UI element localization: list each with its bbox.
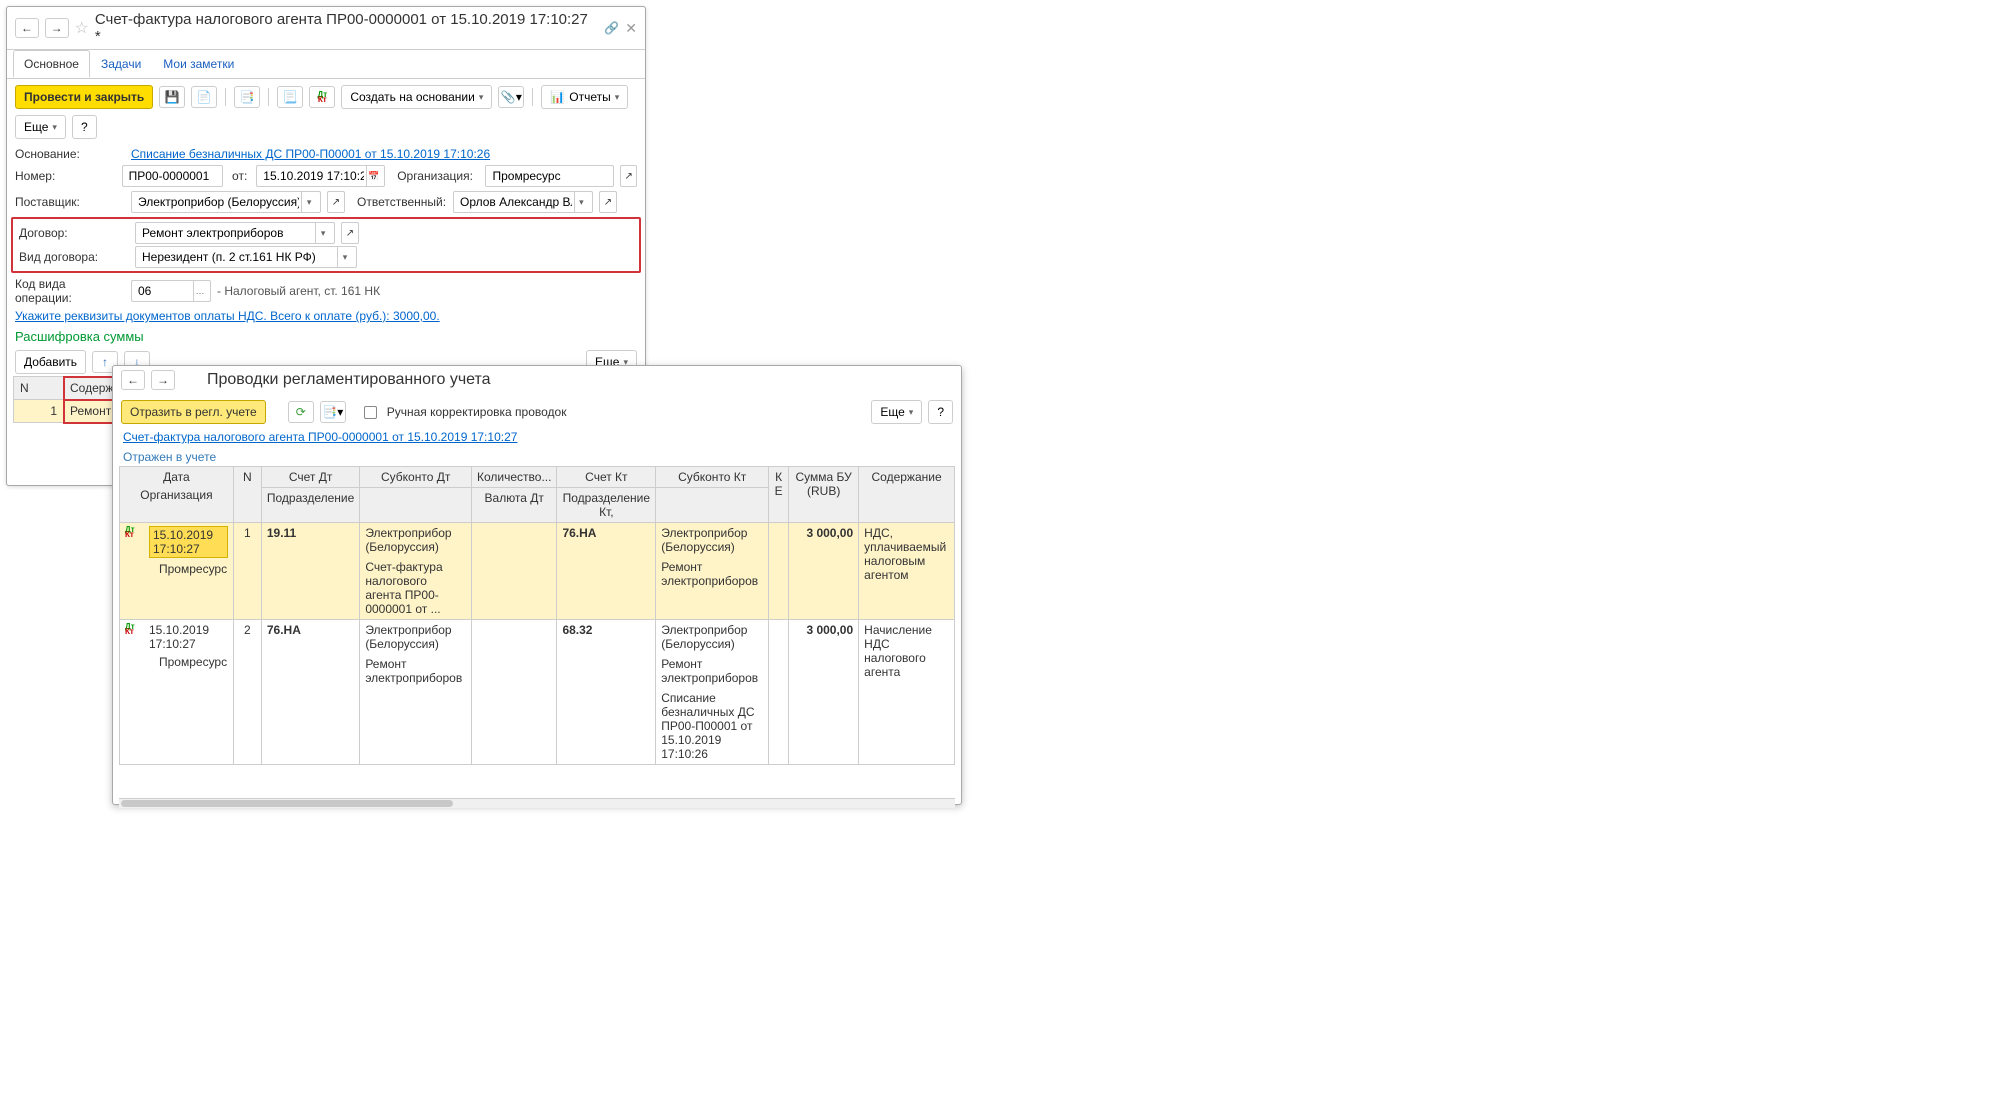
basis-label: Основание: (15, 147, 125, 161)
org-label: Организация: (397, 169, 479, 183)
back-button[interactable]: ← (121, 370, 145, 390)
col-curdt[interactable]: Валюта Дт (472, 488, 557, 523)
op-code-input[interactable]: … (131, 280, 211, 302)
chevron-down-icon[interactable]: ▾ (301, 192, 316, 212)
entry-row[interactable]: ДтКт15.10.2019 17:10:27Промресурс276.НАЭ… (120, 620, 955, 765)
col-qty[interactable]: Количество... (472, 467, 557, 488)
main-toolbar: Провести и закрыть 💾 📄 📑 📃 ДтКт Создать … (7, 79, 645, 145)
more-button[interactable]: Еще▾ (15, 115, 66, 139)
supplier-row: Поставщик: ▾ ↗ Ответственный: ▾ ↗ (7, 189, 645, 215)
help-button[interactable]: ? (72, 115, 97, 139)
window-title: Проводки регламентированного учета (207, 371, 491, 389)
op-code-row: Код вида операции: … - Налоговый агент, … (7, 275, 645, 307)
responsible-open-icon[interactable]: ↗ (599, 191, 617, 213)
org-input[interactable] (485, 165, 614, 187)
calendar-icon[interactable]: 📅 (366, 166, 380, 186)
post-icon[interactable]: 📄 (191, 86, 217, 108)
contract-type-label: Вид договора: (19, 250, 129, 264)
manual-label: Ручная корректировка проводок (387, 405, 567, 419)
forward-button[interactable]: → (45, 18, 69, 38)
chevron-down-icon[interactable]: ▾ (574, 192, 588, 212)
more-button[interactable]: Еще▾ (871, 400, 922, 424)
responsible-input[interactable]: ▾ (453, 191, 593, 213)
add-button[interactable]: Добавить (15, 350, 86, 374)
post-and-close-button[interactable]: Провести и закрыть (15, 85, 153, 109)
col-ke[interactable]: КЕ (769, 467, 789, 523)
number-input[interactable] (122, 165, 223, 187)
col-date[interactable]: Дата Организация (120, 467, 234, 523)
supplier-input[interactable]: ▾ (131, 191, 321, 213)
cell-n: 1 (14, 400, 64, 423)
entries-table: Дата Организация N Счет Дт Субконто Дт К… (119, 466, 955, 765)
manual-checkbox[interactable] (364, 405, 381, 419)
basis-link[interactable]: Списание безналичных ДС ПР00-П00001 от 1… (131, 147, 490, 161)
responsible-label: Ответственный: (357, 195, 447, 209)
reflect-button[interactable]: Отразить в регл. учете (121, 400, 266, 424)
col-content[interactable]: Содержание (859, 467, 955, 523)
number-row: Номер: от: 📅 Организация: ↗ (7, 163, 645, 189)
save-icon[interactable]: 💾 (159, 86, 185, 108)
entries-window: ← → Проводки регламентированного учета О… (112, 365, 962, 805)
chevron-down-icon[interactable]: ▾ (337, 247, 352, 267)
contract-type-input[interactable]: ▾ (135, 246, 357, 268)
entries-toolbar: Отразить в регл. учете ⟳ 📑▾ Ручная корре… (113, 394, 961, 430)
doc-icon[interactable]: 📃 (277, 86, 303, 108)
ellipsis-icon[interactable]: … (193, 281, 206, 301)
col-deptkt[interactable]: Подразделение Кт, (557, 488, 656, 523)
number-label: Номер: (15, 169, 116, 183)
op-code-label: Код вида операции: (15, 277, 125, 305)
contract-type-row: Вид договора: ▾ (17, 245, 635, 269)
favorite-icon[interactable]: ☆ (75, 18, 89, 38)
col-acckt[interactable]: Счет Кт (557, 467, 656, 488)
date-label: от: (232, 169, 247, 183)
create-based-button[interactable]: Создать на основании▾ (341, 85, 492, 109)
status-text: Отражен в учете (113, 448, 961, 466)
basis-row: Основание: Списание безналичных ДС ПР00-… (7, 145, 645, 163)
reports-button[interactable]: 📊 Отчеты▾ (541, 85, 628, 109)
contract-open-icon[interactable]: ↗ (341, 222, 359, 244)
titlebar: ← → Проводки регламентированного учета (113, 366, 961, 394)
col-n[interactable]: N (233, 467, 261, 523)
contract-highlight: Договор: ▾ ↗ Вид договора: ▾ (11, 217, 641, 273)
tab-tasks[interactable]: Задачи (90, 50, 152, 78)
copy-icon[interactable]: 📑▾ (320, 401, 346, 423)
help-button[interactable]: ? (928, 400, 953, 424)
refresh-icon[interactable]: ⟳ (288, 401, 314, 423)
horizontal-scrollbar[interactable] (119, 798, 955, 808)
forward-button[interactable]: → (151, 370, 175, 390)
attach-icon[interactable]: 📎▾ (498, 86, 524, 108)
col-subkt[interactable]: Субконто Кт (656, 467, 769, 488)
col-dept[interactable]: Подразделение (261, 488, 359, 523)
close-icon[interactable]: ✕ (625, 20, 637, 37)
titlebar: ← → ☆ Счет-фактура налогового агента ПР0… (7, 7, 645, 50)
col-sum[interactable]: Сумма БУ (RUB) (789, 467, 859, 523)
source-link[interactable]: Счет-фактура налогового агента ПР00-0000… (123, 430, 517, 444)
link-icon[interactable]: 🔗 (604, 21, 619, 35)
copy-icon[interactable]: 📑 (234, 86, 260, 108)
contract-label: Договор: (19, 226, 129, 240)
date-input[interactable]: 📅 (256, 165, 385, 187)
entry-row[interactable]: ДтКт15.10.2019 17:10:27Промресурс119.11Э… (120, 523, 955, 620)
tab-main[interactable]: Основное (13, 50, 90, 78)
contract-input[interactable]: ▾ (135, 222, 335, 244)
vat-doc-row: Укажите реквизиты документов оплаты НДС.… (7, 307, 645, 325)
col-n[interactable]: N (14, 377, 64, 400)
window-title: Счет-фактура налогового агента ПР00-0000… (95, 11, 592, 45)
col-subdt[interactable]: Субконто Дт (360, 467, 472, 488)
tabs: Основное Задачи Мои заметки (7, 50, 645, 79)
vat-doc-link[interactable]: Укажите реквизиты документов оплаты НДС.… (15, 309, 440, 323)
org-open-icon[interactable]: ↗ (620, 165, 637, 187)
breakdown-title: Расшифровка суммы (7, 325, 645, 348)
tab-notes[interactable]: Мои заметки (152, 50, 245, 78)
chevron-down-icon[interactable]: ▾ (315, 223, 330, 243)
back-button[interactable]: ← (15, 18, 39, 38)
op-code-hint: - Налоговый агент, ст. 161 НК (217, 284, 380, 298)
supplier-label: Поставщик: (15, 195, 125, 209)
col-accdt[interactable]: Счет Дт (261, 467, 359, 488)
supplier-open-icon[interactable]: ↗ (327, 191, 345, 213)
contract-row: Договор: ▾ ↗ (17, 221, 635, 245)
dtkt-icon[interactable]: ДтКт (309, 86, 335, 108)
